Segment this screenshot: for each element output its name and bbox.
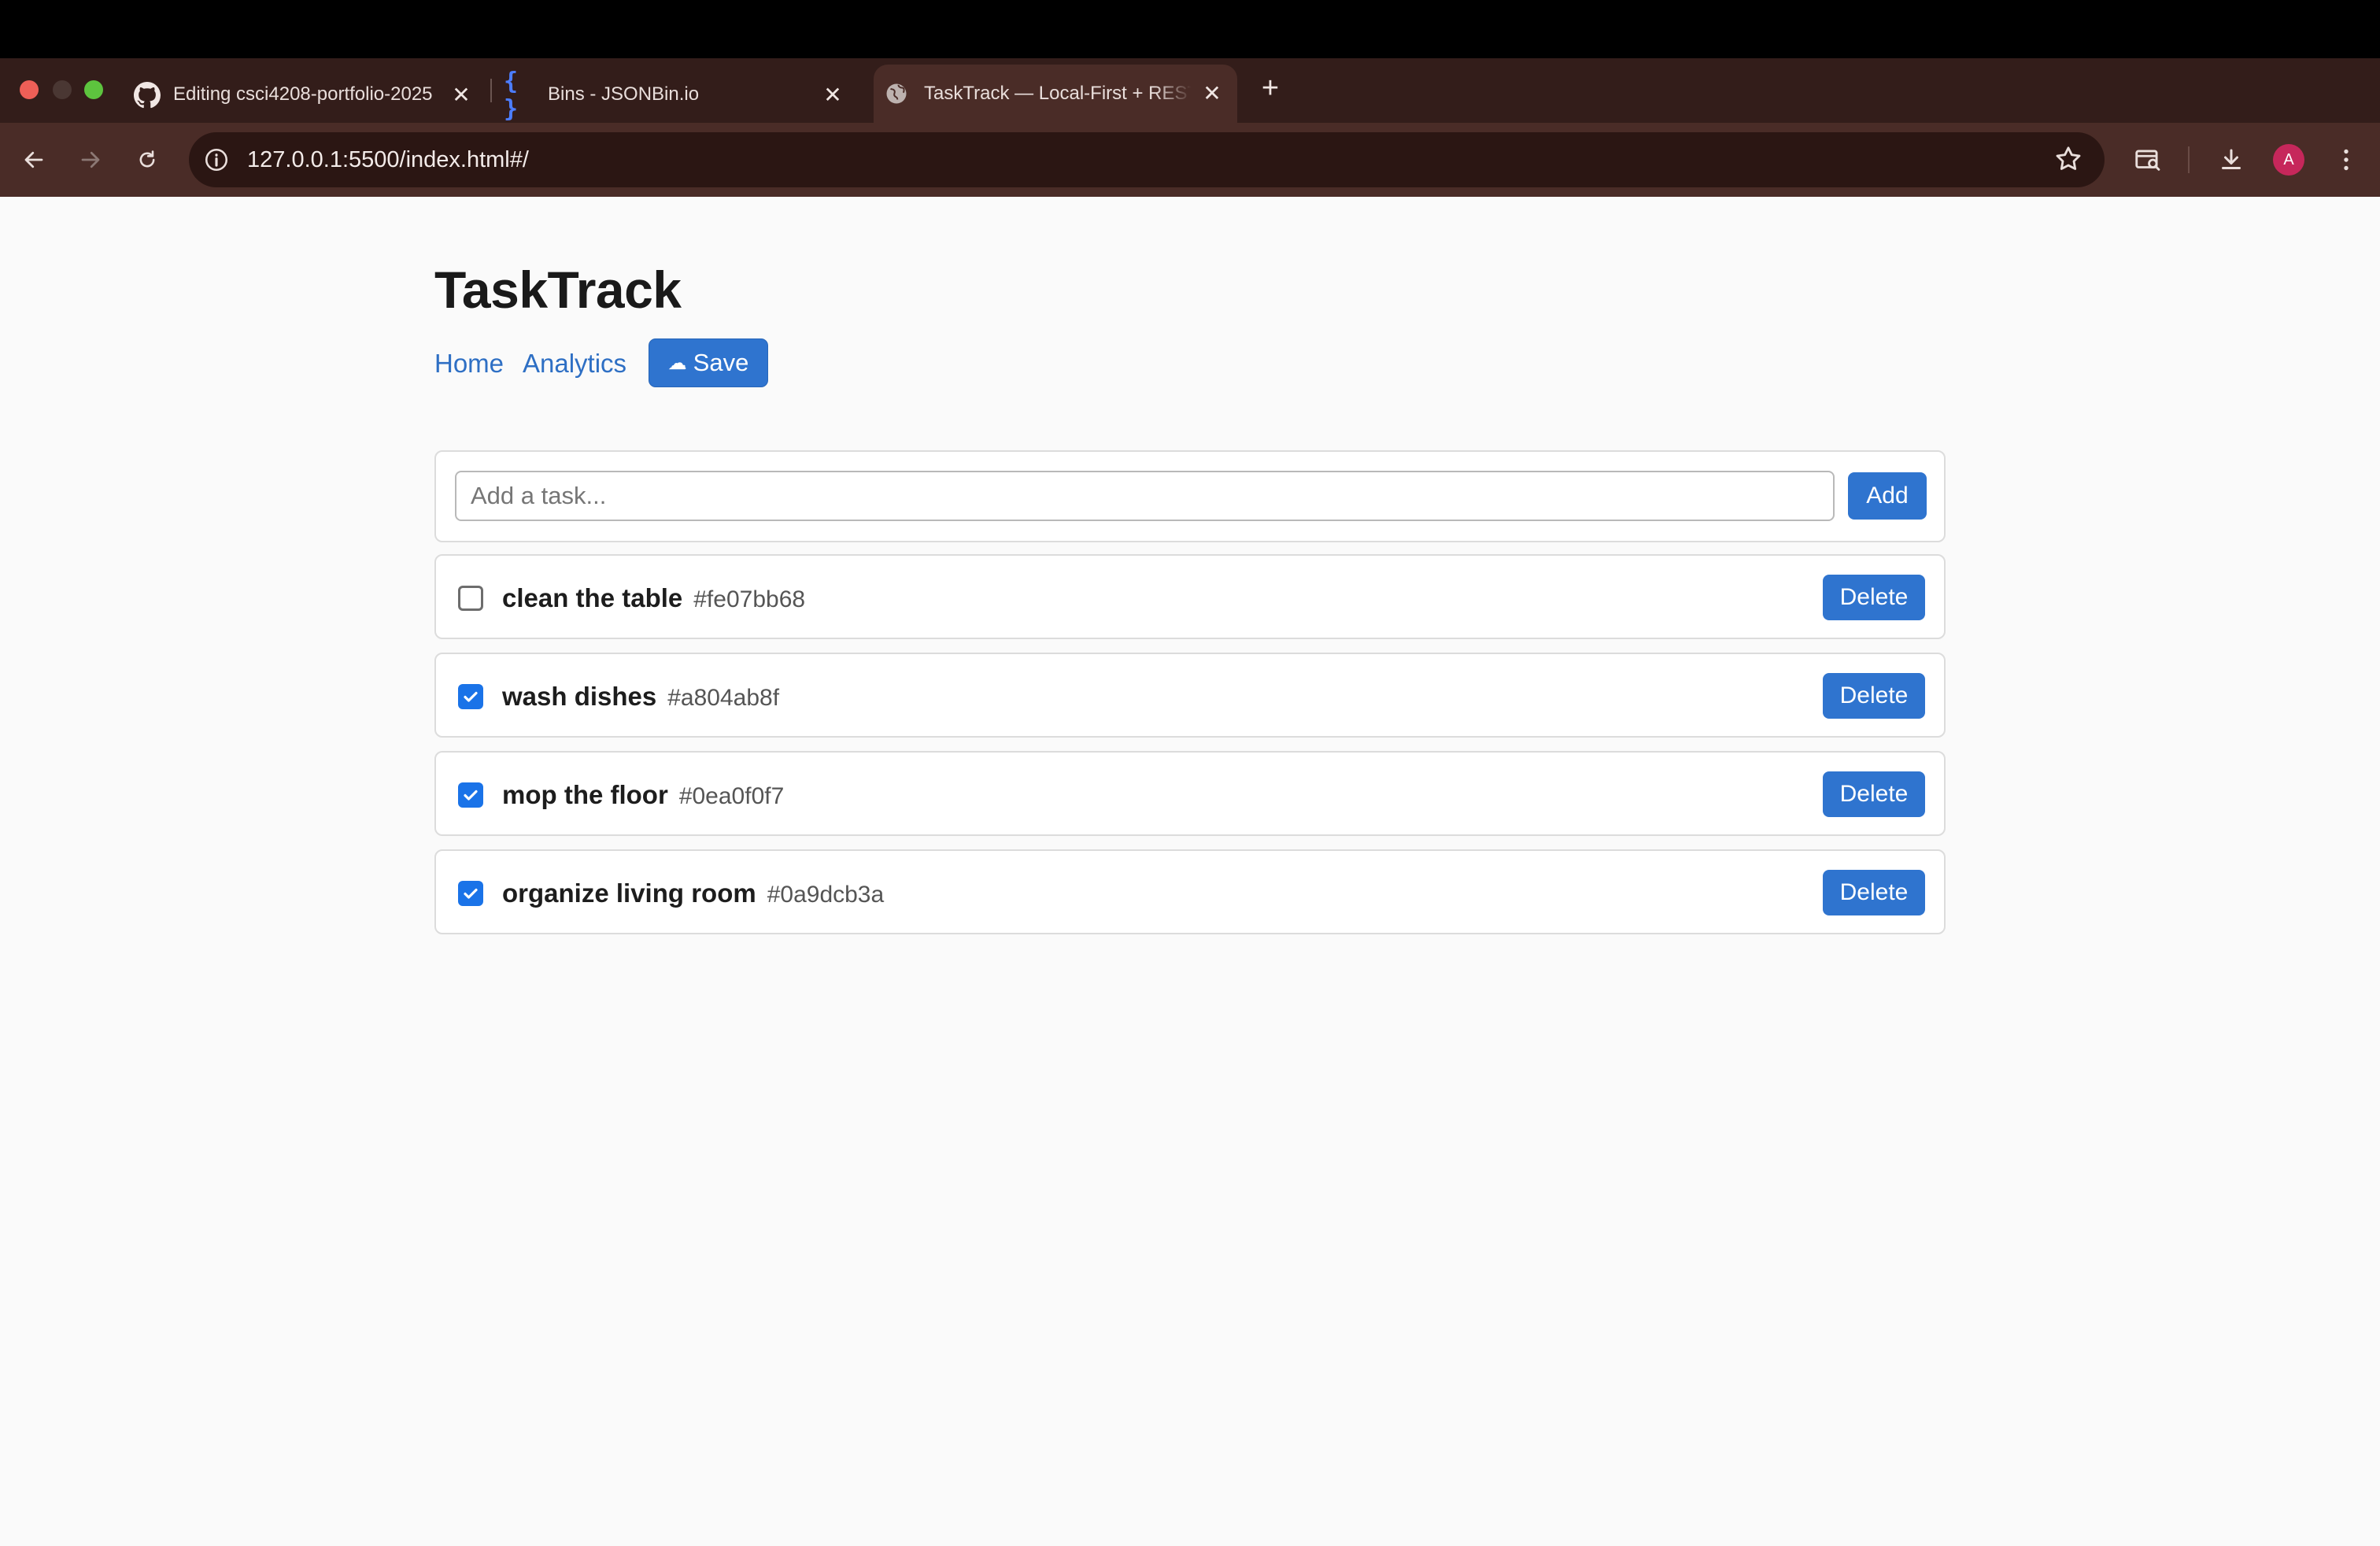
task-id: #fe07bb68 [693, 586, 806, 612]
nav-home-link[interactable]: Home [434, 348, 504, 379]
delete-task-button[interactable]: Delete [1823, 575, 1925, 620]
globe-icon [883, 80, 910, 107]
url-text[interactable]: 127.0.0.1:5500/index.html#/ [247, 146, 529, 173]
reload-icon[interactable] [129, 142, 165, 178]
tab-title: Editing csci4208-portfolio-2025 [173, 83, 433, 105]
close-icon[interactable]: ✕ [447, 80, 475, 109]
task-title: clean the table [502, 583, 683, 612]
delete-task-button[interactable]: Delete [1823, 870, 1925, 915]
new-tab-button[interactable]: + [1256, 73, 1284, 105]
braces-icon: { } [504, 68, 519, 123]
tab-title: Bins - JSONBin.io [548, 83, 700, 105]
bookmark-star-icon[interactable] [2053, 143, 2084, 175]
task-name: mop the floor #0ea0f0f7 [502, 779, 784, 812]
tab-divider [490, 79, 492, 102]
menu-bar-area [0, 0, 2380, 58]
window-maximize-button[interactable] [84, 80, 103, 99]
delete-task-button[interactable]: Delete [1823, 771, 1925, 817]
task-item: wash dishes #a804ab8f Delete [434, 653, 1946, 738]
task-id: #0a9dcb3a [767, 882, 885, 908]
task-checkbox[interactable] [458, 586, 483, 611]
task-item: mop the floor #0ea0f0f7 Delete [434, 751, 1946, 836]
window-minimize-button[interactable] [53, 80, 72, 99]
task-title: wash dishes [502, 682, 657, 711]
task-checkbox[interactable] [458, 684, 483, 709]
more-menu-icon[interactable] [2328, 142, 2364, 178]
task-item: clean the table #fe07bb68 Delete [434, 554, 1946, 639]
toolbar-divider [2188, 146, 2190, 173]
checkmark-icon [464, 691, 478, 702]
save-button[interactable]: ☁ Save [649, 338, 768, 387]
task-title: mop the floor [502, 780, 668, 809]
task-id: #a804ab8f [667, 685, 780, 711]
task-name: organize living room #0a9dcb3a [502, 878, 884, 911]
delete-task-button[interactable]: Delete [1823, 673, 1925, 719]
task-title: organize living room [502, 878, 756, 908]
task-id: #0ea0f0f7 [678, 783, 785, 809]
profile-avatar[interactable]: A [2273, 144, 2304, 176]
save-button-label: Save [693, 349, 749, 376]
tab-title: TaskTrack — Local-First + REST [924, 83, 1192, 104]
nav-analytics-link[interactable]: Analytics [523, 348, 626, 379]
task-checkbox[interactable] [458, 782, 483, 808]
tab-jsonbin[interactable]: { } Bins - JSONBin.io ✕ [496, 66, 858, 123]
task-item: organize living room #0a9dcb3a Delete [434, 849, 1946, 934]
forward-icon[interactable] [72, 142, 109, 178]
back-icon[interactable] [16, 142, 52, 178]
github-icon [134, 82, 161, 109]
window-close-button[interactable] [20, 80, 39, 99]
add-task-form: Add [434, 450, 1946, 542]
task-checkbox[interactable] [458, 881, 483, 906]
checkmark-icon [464, 888, 478, 899]
add-task-button[interactable]: Add [1848, 472, 1927, 520]
download-icon[interactable] [2213, 142, 2249, 178]
tab-tasktrack[interactable]: TaskTrack — Local-First + REST ✕ [874, 65, 1237, 123]
close-icon[interactable]: ✕ [819, 80, 847, 109]
checkmark-icon [464, 790, 478, 801]
close-icon[interactable]: ✕ [1198, 79, 1226, 107]
tab-github-editing[interactable]: Editing csci4208-portfolio-2025 ✕ [124, 66, 486, 123]
task-name: wash dishes #a804ab8f [502, 681, 779, 714]
tab-search-icon[interactable] [2130, 142, 2166, 178]
cloud-icon: ☁ [667, 352, 687, 374]
add-task-input[interactable] [455, 471, 1835, 521]
task-name: clean the table #fe07bb68 [502, 583, 805, 616]
site-info-icon[interactable] [203, 146, 230, 173]
page-title: TaskTrack [434, 261, 682, 319]
